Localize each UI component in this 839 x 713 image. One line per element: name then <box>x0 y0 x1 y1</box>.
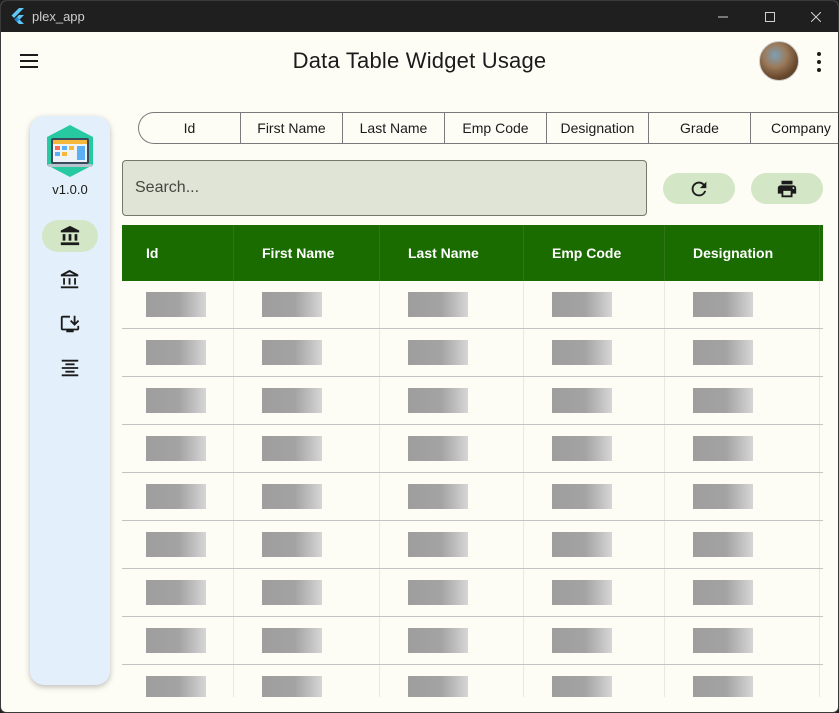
table-row[interactable] <box>122 425 823 473</box>
column-header-emp-code[interactable]: Emp Code <box>552 225 621 281</box>
loading-placeholder-cell <box>552 436 612 461</box>
loading-placeholder-cell <box>262 532 322 557</box>
more-vert-icon[interactable] <box>811 51 827 73</box>
minimize-button[interactable] <box>700 1 746 32</box>
table-row[interactable] <box>122 329 823 377</box>
navigation-rail: v1.0.0 <box>30 116 110 685</box>
format-align-center-icon <box>61 359 79 377</box>
account-balance-icon <box>60 225 80 246</box>
loading-placeholder-cell <box>408 628 468 653</box>
refresh-icon <box>691 181 707 196</box>
maximize-button[interactable] <box>747 1 793 32</box>
table-row[interactable] <box>122 665 823 697</box>
loading-placeholder-cell <box>408 532 468 557</box>
loading-placeholder-cell <box>262 436 322 461</box>
chip-grade[interactable]: Grade <box>649 113 751 143</box>
table-row[interactable] <box>122 473 823 521</box>
table-header: Id First Name Last Name Emp Code Designa… <box>122 225 823 281</box>
loading-placeholder-cell <box>408 340 468 365</box>
loading-placeholder-cell <box>693 580 753 605</box>
chip-company[interactable]: Company <box>751 113 838 143</box>
loading-placeholder-cell <box>552 580 612 605</box>
chip-id[interactable]: Id <box>139 113 241 143</box>
loading-placeholder-cell <box>262 580 322 605</box>
column-header-last-name[interactable]: Last Name <box>408 225 479 281</box>
loading-placeholder-cell <box>693 340 753 365</box>
chip-first-name[interactable]: First Name <box>241 113 343 143</box>
close-icon <box>811 11 821 22</box>
close-button[interactable] <box>793 1 838 32</box>
loading-placeholder-cell <box>552 340 612 365</box>
rail-item-align[interactable] <box>42 352 98 384</box>
chip-last-name[interactable]: Last Name <box>343 113 445 143</box>
loading-placeholder-cell <box>408 292 468 317</box>
rail-item-install[interactable] <box>42 308 98 340</box>
loading-placeholder-cell <box>262 484 322 509</box>
loading-placeholder-cell <box>262 628 322 653</box>
print-button[interactable] <box>751 173 823 204</box>
data-table: Id First Name Last Name Emp Code Designa… <box>122 225 823 697</box>
loading-placeholder-cell <box>146 436 206 461</box>
chip-designation[interactable]: Designation <box>547 113 649 143</box>
loading-placeholder-cell <box>552 388 612 413</box>
refresh-button[interactable] <box>663 173 735 204</box>
table-row[interactable] <box>122 281 823 329</box>
loading-placeholder-cell <box>408 436 468 461</box>
print-icon <box>777 180 797 197</box>
loading-placeholder-cell <box>693 484 753 509</box>
loading-placeholder-cell <box>552 532 612 557</box>
table-row[interactable] <box>122 617 823 665</box>
loading-placeholder-cell <box>262 340 322 365</box>
maximize-icon <box>765 11 775 22</box>
install-desktop-icon <box>60 315 80 333</box>
loading-placeholder-cell <box>146 292 206 317</box>
table-row[interactable] <box>122 569 823 617</box>
loading-placeholder-cell <box>408 676 468 697</box>
rail-item-bank-1[interactable] <box>42 220 98 252</box>
loading-placeholder-cell <box>146 532 206 557</box>
loading-placeholder-cell <box>693 628 753 653</box>
loading-placeholder-cell <box>693 532 753 557</box>
chip-emp-code[interactable]: Emp Code <box>445 113 547 143</box>
app-logo-icon <box>47 125 93 177</box>
page-title: Data Table Widget Usage <box>292 48 547 73</box>
column-header-id[interactable]: Id <box>146 225 158 281</box>
loading-placeholder-cell <box>693 388 753 413</box>
loading-placeholder-cell <box>262 388 322 413</box>
loading-placeholder-cell <box>408 580 468 605</box>
search-input[interactable] <box>122 160 647 216</box>
flutter-logo-icon <box>11 8 24 24</box>
app-bar: Data Table Widget Usage <box>1 32 838 90</box>
column-header-designation[interactable]: Designation <box>693 225 773 281</box>
loading-placeholder-cell <box>262 676 322 697</box>
loading-placeholder-cell <box>552 292 612 317</box>
loading-placeholder-cell <box>552 676 612 697</box>
loading-placeholder-cell <box>408 388 468 413</box>
loading-placeholder-cell <box>408 484 468 509</box>
loading-placeholder-cell <box>146 676 206 697</box>
avatar[interactable] <box>759 41 799 81</box>
loading-placeholder-cell <box>146 484 206 509</box>
rail-item-bank-2[interactable] <box>42 264 98 296</box>
column-header-first-name[interactable]: First Name <box>262 225 334 281</box>
app-version: v1.0.0 <box>52 182 88 197</box>
table-row[interactable] <box>122 377 823 425</box>
column-chip-bar: Id First Name Last Name Emp Code Designa… <box>138 112 838 144</box>
loading-placeholder-cell <box>146 340 206 365</box>
table-row[interactable] <box>122 521 823 569</box>
loading-placeholder-cell <box>146 628 206 653</box>
app-window: plex_app Data Table Widget Usage v1.0.0 … <box>0 0 839 713</box>
window-titlebar[interactable]: plex_app <box>1 1 838 32</box>
account-balance-icon <box>60 269 79 289</box>
loading-placeholder-cell <box>693 436 753 461</box>
loading-placeholder-cell <box>146 388 206 413</box>
loading-placeholder-cell <box>693 292 753 317</box>
loading-placeholder-cell <box>262 292 322 317</box>
loading-placeholder-cell <box>552 628 612 653</box>
minimize-icon <box>718 16 728 17</box>
loading-placeholder-cell <box>552 484 612 509</box>
window-title: plex_app <box>32 9 85 24</box>
loading-placeholder-cell <box>146 580 206 605</box>
loading-placeholder-cell <box>693 676 753 697</box>
